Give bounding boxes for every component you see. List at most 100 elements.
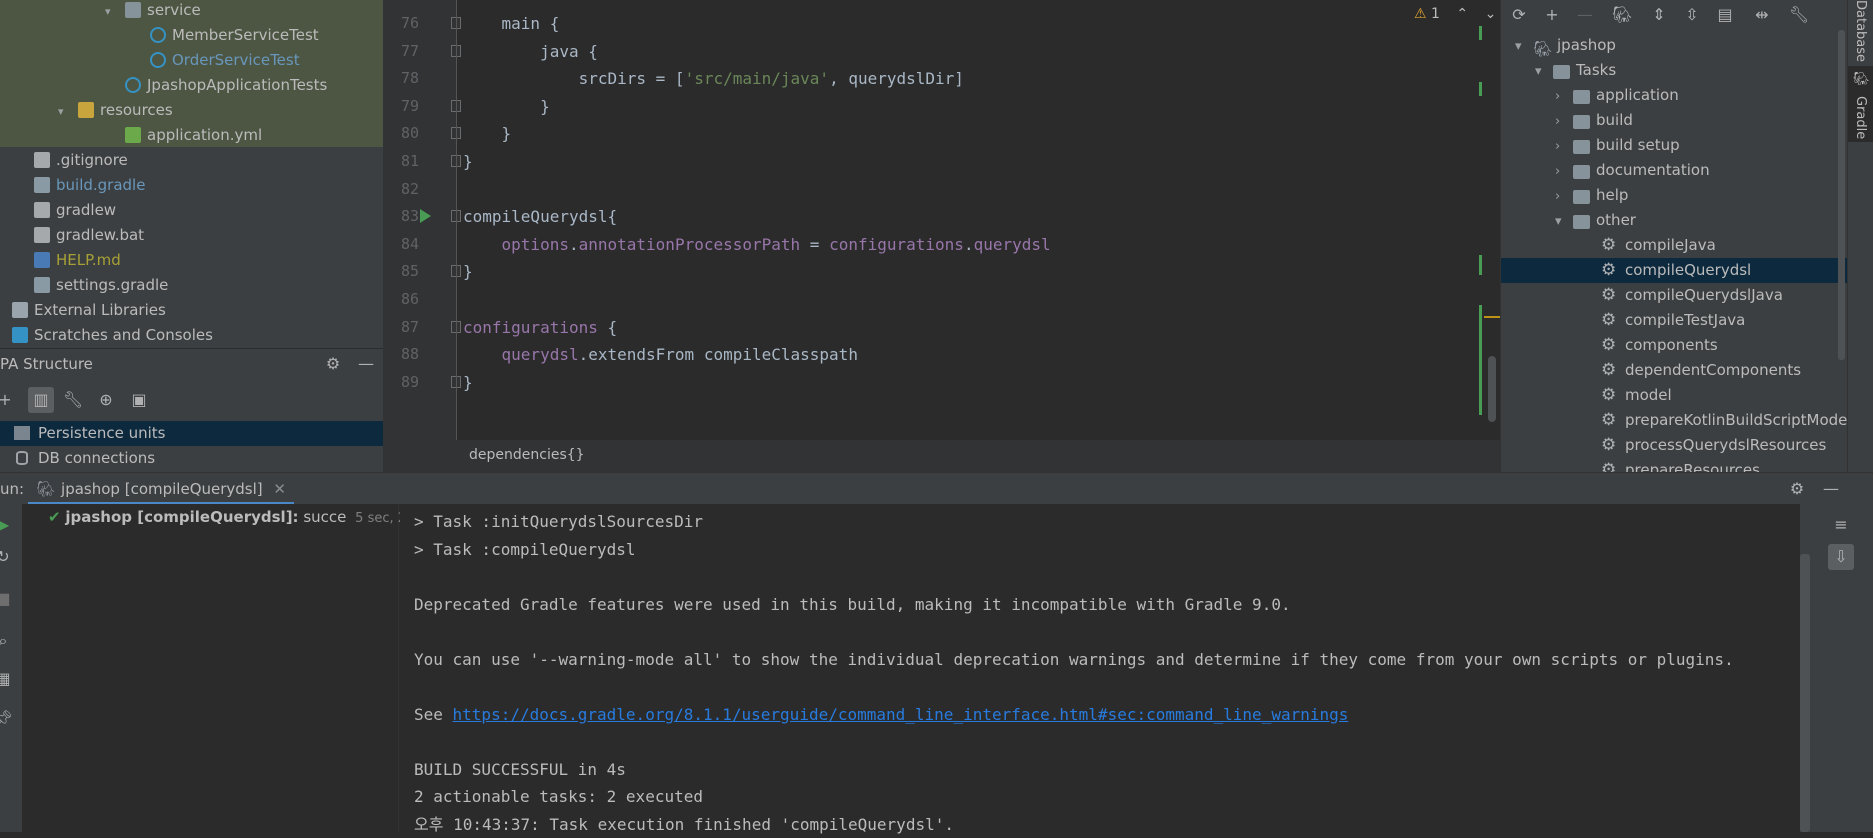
code-line[interactable]: querydsl.extendsFrom compileClasspath	[463, 341, 858, 368]
chevron-down-icon[interactable]: ▾	[1515, 34, 1533, 59]
chevron-down-icon[interactable]: ▾	[105, 0, 119, 24]
gradle-tree-item[interactable]: › documentation	[1501, 158, 1847, 183]
target-icon[interactable]: ⊕	[93, 387, 119, 413]
chevron-right-icon[interactable]: ›	[1555, 109, 1573, 134]
scroll-to-end-icon[interactable]: ⇩	[1828, 544, 1854, 570]
jpa-item-persistence-units[interactable]: Persistence units	[0, 421, 383, 446]
gradle-tree-item[interactable]: ⚙ processQuerydslResources	[1501, 433, 1847, 458]
chevron-right-icon[interactable]: ›	[1555, 184, 1573, 209]
remove-icon[interactable]: —	[1572, 2, 1598, 28]
expand-all-icon[interactable]: ⇕	[1646, 2, 1672, 28]
gradle-tree-item[interactable]: ⚙ compileJava	[1501, 233, 1847, 258]
gradle-tree-item[interactable]: ⚙ components	[1501, 333, 1847, 358]
code-line[interactable]: compileQuerydsl{	[463, 203, 617, 230]
chevron-down-icon[interactable]: ▾	[58, 100, 72, 124]
gradle-tree-item[interactable]: › build setup	[1501, 133, 1847, 158]
layout-icon[interactable]: ▦	[0, 666, 16, 692]
execute-task-icon[interactable]: 🐘︎	[1609, 2, 1635, 28]
bar-chart-icon[interactable]: ▥	[28, 387, 54, 413]
add-icon[interactable]: +	[1539, 2, 1565, 28]
project-tree-item[interactable]: .gitignore	[34, 148, 128, 172]
project-tree-item[interactable]: gradlew.bat	[34, 223, 144, 247]
chevron-right-icon[interactable]: ›	[1555, 84, 1573, 109]
project-tree-item[interactable]: build.gradle	[34, 173, 145, 197]
project-tree-item[interactable]: ▾ service	[105, 0, 201, 22]
gradle-tree-item[interactable]: › help	[1501, 183, 1847, 208]
gradle-tree-item[interactable]: ▾ Tasks	[1501, 58, 1847, 83]
project-tree-item[interactable]: MemberServiceTest	[150, 23, 319, 47]
build-tool-settings-icon[interactable]: 🔧︎	[1786, 2, 1812, 28]
project-tree-item[interactable]: JpashopApplicationTests	[125, 73, 327, 97]
database-tool-tab[interactable]: Database	[1853, 0, 1868, 62]
group-modules-icon[interactable]: ▤	[1712, 2, 1738, 28]
gradle-tree-item[interactable]: › application	[1501, 83, 1847, 108]
console-scrollbar[interactable]	[1800, 554, 1810, 832]
gradle-tree-item[interactable]: ⚙ compileQuerydslJava	[1501, 283, 1847, 308]
project-tree-item[interactable]: gradlew	[34, 198, 116, 222]
soft-wrap-icon[interactable]: ≡	[1828, 512, 1854, 538]
console-output[interactable]: > Task :initQuerydslSourcesDir > Task :co…	[400, 504, 1800, 834]
close-icon[interactable]: ✕	[273, 480, 286, 498]
code-line[interactable]: }	[463, 369, 473, 396]
gradle-tool-tab[interactable]: 🐘︎ Gradle	[1848, 66, 1873, 142]
editor-warning-indicator[interactable]: ⚠ 1 ⌃ ⌄	[1414, 4, 1496, 24]
code-line[interactable]: srcDirs = ['src/main/java', querydslDir]	[463, 65, 964, 92]
toggle-offline-icon[interactable]: ⇹	[1749, 2, 1775, 28]
gradle-tree-item[interactable]: ▾ 🐘︎ jpashop	[1501, 33, 1847, 58]
project-tree-item[interactable]: application.yml	[125, 123, 262, 147]
project-tree-item[interactable]: OrderServiceTest	[150, 48, 300, 72]
code-line[interactable]: }	[463, 93, 550, 120]
gradle-tree-item[interactable]: › build	[1501, 108, 1847, 133]
collapse-all-icon[interactable]: ⇳	[1679, 2, 1705, 28]
settings-gear-icon[interactable]: ⚙	[1784, 476, 1810, 502]
hide-panel-icon[interactable]: —	[1818, 476, 1844, 502]
rerun-failed-icon[interactable]: ↻	[0, 544, 16, 570]
gradle-tree-item[interactable]: ⚙ prepareKotlinBuildScriptModel	[1501, 408, 1847, 433]
gradle-tree-item[interactable]: ▾ other	[1501, 208, 1847, 233]
project-tree-item[interactable]: External Libraries	[12, 298, 166, 322]
code-line[interactable]: main {	[463, 10, 560, 37]
run-gutter-icon[interactable]	[420, 209, 431, 223]
hide-panel-icon[interactable]: —	[353, 351, 379, 377]
stop-icon[interactable]: ■	[0, 586, 16, 612]
gradle-tree-item[interactable]: ⚙ compileQuerydsl	[1501, 258, 1847, 283]
gradle-tree-item[interactable]: ⚙ dependentComponents	[1501, 358, 1847, 383]
chevron-down-icon[interactable]: ▾	[1555, 209, 1573, 234]
run-tab[interactable]: 🐘︎ jpashop [compileQuerydsl] ✕	[28, 473, 294, 505]
code-line[interactable]: }	[463, 148, 473, 175]
docs-link[interactable]: https://docs.gradle.org/8.1.1/userguide/…	[453, 705, 1349, 724]
gradle-icon	[34, 277, 50, 293]
code-line[interactable]: }	[463, 120, 512, 147]
code-line[interactable]: options.annotationProcessorPath = config…	[463, 231, 1051, 258]
gradle-tree-item[interactable]: ⚙ prepareResources	[1501, 458, 1847, 472]
run-tree-item[interactable]: ✔ jpashop [compileQuerydsl]: succe 5 sec…	[48, 508, 446, 526]
code-line[interactable]: java {	[463, 38, 598, 65]
chevron-down-icon[interactable]: ⌄	[1485, 6, 1497, 22]
gradle-scrollbar[interactable]	[1838, 30, 1845, 360]
project-tree-item[interactable]: ▾ resources	[58, 98, 173, 122]
code-line[interactable]: }	[463, 258, 473, 285]
reload-icon[interactable]: ⟳	[1506, 2, 1532, 28]
project-tree-item[interactable]: HELP.md	[34, 248, 121, 272]
code-line[interactable]: configurations {	[463, 314, 617, 341]
add-icon[interactable]: +	[0, 387, 18, 413]
gradle-tree-item[interactable]: ⚙ model	[1501, 383, 1847, 408]
pin-icon[interactable]: 📌︎	[0, 706, 16, 732]
chevron-down-icon[interactable]: ▾	[1535, 59, 1553, 84]
settings-gear-icon[interactable]: ⚙	[320, 351, 346, 377]
breadcrumb-item[interactable]: dependencies{}	[469, 447, 585, 463]
chevron-up-icon[interactable]: ⌃	[1456, 6, 1468, 22]
jpa-item-db-connections[interactable]: DB connections	[0, 446, 383, 471]
chevron-right-icon[interactable]: ›	[1555, 134, 1573, 159]
chevron-right-icon[interactable]: ›	[1555, 159, 1573, 184]
breadcrumb[interactable]: dependencies{}	[383, 440, 1500, 472]
editor-scrollbar[interactable]	[1488, 356, 1496, 422]
line-number: 84	[400, 234, 419, 253]
search-icon[interactable]: ⌕	[0, 628, 16, 654]
gradle-tree-item[interactable]: ⚙ compileTestJava	[1501, 308, 1847, 333]
wrench-icon[interactable]: 🔧︎	[60, 387, 86, 413]
console-window-icon[interactable]: ▣	[126, 387, 152, 413]
project-tree-item[interactable]: Scratches and Consoles	[12, 323, 213, 347]
rerun-icon[interactable]: ▶	[0, 512, 16, 538]
project-tree-item[interactable]: settings.gradle	[34, 273, 168, 297]
